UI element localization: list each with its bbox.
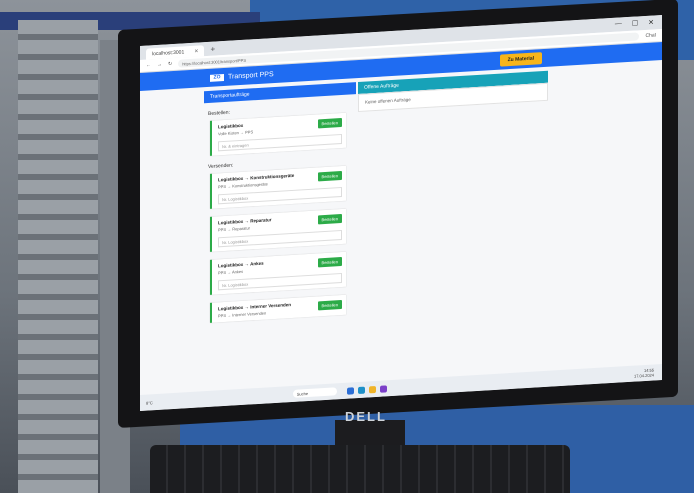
back-icon[interactable]: ← [146, 62, 151, 68]
box-number-input[interactable]: Nr. Logistikbox [218, 272, 342, 291]
bestellen-button[interactable]: Bestellen [317, 299, 342, 311]
explorer-icon[interactable] [346, 386, 354, 395]
new-tab-icon[interactable]: + [210, 44, 215, 53]
minimize-icon[interactable]: — [615, 20, 622, 28]
taskbar-apps [346, 384, 387, 395]
tab-title: localhost:3001 [152, 48, 185, 57]
keyboard [150, 445, 570, 493]
folder-icon[interactable] [368, 385, 376, 393]
edge-icon[interactable] [357, 386, 365, 394]
left-panel: Transportaufträge Bestellen: Logistikbox… [140, 78, 356, 335]
system-clock[interactable]: 14:55 17.04.2024 [634, 367, 654, 378]
box-number-input[interactable]: Nr. & eintragen [218, 133, 342, 152]
ship-card: Logistikbox → Interner Versenden PPS → I… [210, 294, 346, 323]
bestellen-button[interactable]: Bestellen [317, 213, 342, 225]
app-brand[interactable]: ZO Transport PPS [210, 71, 274, 82]
taskbar-search[interactable]: Suche [292, 387, 337, 398]
bestellen-button[interactable]: Bestellen [317, 170, 342, 182]
box-number-input[interactable]: Nr. Logistikbox [218, 229, 342, 248]
zu-material-button[interactable]: Zu Material [499, 52, 542, 67]
window-controls: — ☐ ✕ [615, 18, 662, 29]
clock-date: 17.04.2024 [633, 372, 654, 379]
teams-icon[interactable] [379, 384, 387, 393]
reload-icon[interactable]: ↻ [168, 61, 172, 67]
chat-button[interactable]: Chat [645, 32, 662, 39]
bestellen-button[interactable]: Bestellen [317, 117, 342, 129]
weather-widget[interactable]: 8°C [146, 400, 153, 405]
ship-card: Logistikbox → Konstruktionsgeräte PPS → … [210, 165, 346, 209]
close-window-icon[interactable]: ✕ [648, 18, 654, 26]
box-number-input[interactable]: Nr. Logistikbox [218, 186, 342, 205]
shelf-post [18, 20, 98, 493]
bestellen-button[interactable]: Bestellen [317, 256, 342, 268]
brand-name: Transport PPS [228, 70, 274, 81]
panel-title-transport: Transportaufträge [204, 82, 356, 104]
ship-card: Logistikbox → Reparatur PPS → Reparatur … [210, 208, 346, 252]
monitor-logo: DELL [345, 409, 387, 424]
right-panel: Offene Aufträge Keine offenen Aufträge [358, 70, 548, 113]
ship-card: Logistikbox → Ankes PPS → Ankes Bestelle… [210, 251, 346, 295]
order-card: Logistikbox Volle Kisten → PPS Bestellen… [210, 112, 346, 156]
close-icon[interactable]: ✕ [194, 48, 198, 54]
brand-logo-icon: ZO [210, 73, 224, 82]
forward-icon[interactable]: → [157, 62, 162, 68]
maximize-icon[interactable]: ☐ [632, 19, 638, 27]
left-column: Bestellen: Logistikbox Volle Kisten → PP… [204, 103, 350, 324]
monitor-screen: localhost:3001 ✕ + — ☐ ✕ ← → ↻ https://l… [140, 14, 662, 411]
